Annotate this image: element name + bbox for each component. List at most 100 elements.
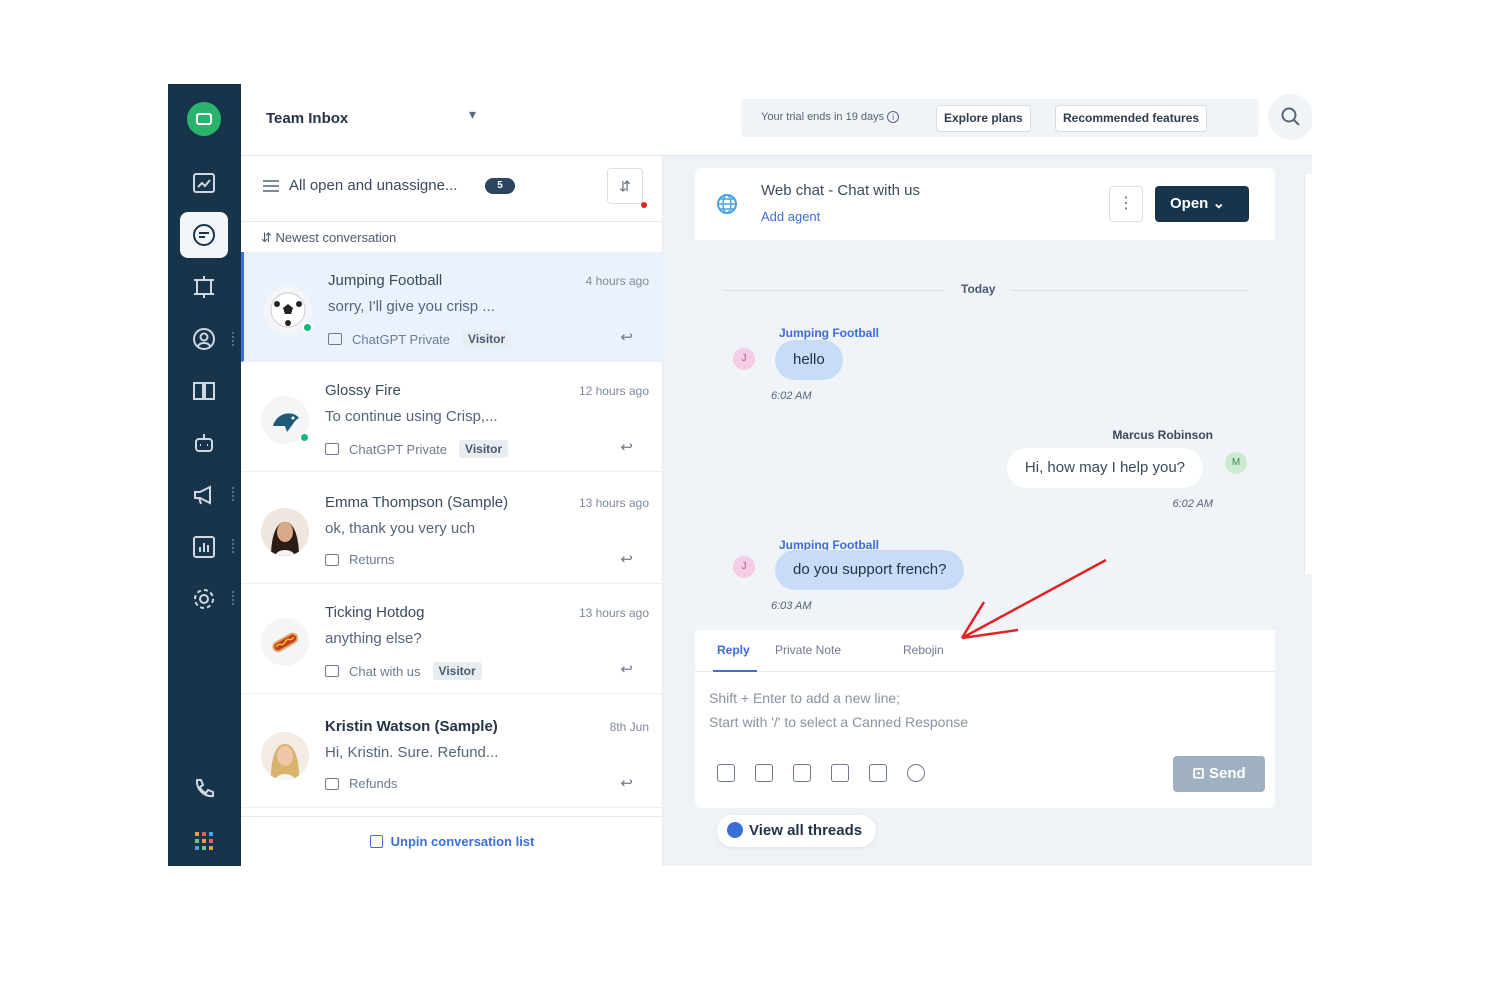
emoji-icon[interactable] <box>907 764 925 782</box>
message-time: 6:03 AM <box>771 600 812 612</box>
conversation-name: Glossy Fire <box>325 382 401 399</box>
canned-response-icon[interactable] <box>869 764 887 782</box>
reply-icon[interactable]: ↩ <box>620 438 633 456</box>
chevron-down-icon: ⌄ <box>1212 195 1226 212</box>
nav-more-dots <box>232 487 236 501</box>
status-open-button[interactable]: Open ⌄ <box>1155 186 1249 222</box>
conversation-time: 12 hours ago <box>578 384 649 398</box>
chat-icon <box>328 333 342 345</box>
conversation-item[interactable]: Ticking Hotdog 13 hours ago anything els… <box>241 584 663 694</box>
reply-composer: Reply Private Note Rebojin Shift + Enter… <box>695 630 1275 808</box>
nav-tickets-icon[interactable] <box>180 264 228 310</box>
online-indicator <box>302 322 313 333</box>
nav-reports-icon[interactable] <box>180 524 228 570</box>
menu-icon[interactable] <box>263 180 279 192</box>
conversation-filter-bar: All open and unassigne... 5 ⇵ <box>241 156 663 222</box>
chevron-down-icon[interactable]: ▾ <box>469 106 476 123</box>
reply-icon[interactable]: ↩ <box>620 550 633 568</box>
reply-icon[interactable]: ↩ <box>620 660 633 678</box>
visitor-tag: Visitor <box>462 330 512 348</box>
nav-bot-icon[interactable] <box>180 420 228 466</box>
conversation-meta: Refunds <box>325 776 397 791</box>
nav-more-dots <box>232 591 236 605</box>
attachment-icon[interactable] <box>793 764 811 782</box>
send-button[interactable]: ⊡ Send <box>1173 756 1265 792</box>
filter-dropdown[interactable]: All open and unassigne... <box>289 177 457 194</box>
chat-panel: Web chat - Chat with us Add agent ⋮ Open… <box>695 168 1275 808</box>
online-indicator <box>299 432 310 443</box>
day-label: Today <box>945 282 1012 296</box>
page-title: Team Inbox <box>266 110 349 127</box>
composer-tabs: Reply Private Note Rebojin <box>695 630 1275 672</box>
message-time: 6:02 AM <box>771 390 812 402</box>
tab-reply[interactable]: Reply <box>717 643 750 657</box>
sort-icon[interactable]: ⇵ <box>607 168 643 204</box>
explore-plans-button[interactable]: Explore plans <box>936 105 1031 132</box>
avatar <box>261 732 309 780</box>
avatar: M <box>1225 452 1247 474</box>
conversation-preview: sorry, I'll give you crisp ... <box>328 298 495 315</box>
conversation-meta: ChatGPT Private Visitor <box>328 330 512 348</box>
insert-icon[interactable] <box>717 764 735 782</box>
message-bubble: Hi, how may I help you? <box>1006 448 1203 488</box>
conversation-time: 13 hours ago <box>578 606 649 620</box>
message-thread: Today Jumping Football J hello 6:02 AM M… <box>695 240 1275 630</box>
avatar <box>261 508 309 556</box>
nav-campaigns-icon[interactable] <box>180 472 228 518</box>
nav-settings-gear-icon[interactable] <box>180 576 228 622</box>
conversation-name: Ticking Hotdog <box>325 604 425 621</box>
nav-inbox-icon[interactable] <box>180 212 228 258</box>
nav-dashboard-icon[interactable] <box>180 160 228 206</box>
conversation-preview: Hi, Kristin. Sure. Refund... <box>325 744 499 761</box>
conversation-name: Emma Thompson (Sample) <box>325 494 509 511</box>
nav-more-dots <box>232 332 236 346</box>
add-agent-link[interactable]: Add agent <box>761 209 820 224</box>
chat-icon <box>325 443 339 455</box>
reply-icon[interactable]: ↩ <box>620 774 633 792</box>
ticket-icon <box>325 777 339 790</box>
conversation-list: All open and unassigne... 5 ⇵ ⇵ Newest c… <box>241 156 663 866</box>
trial-text: Your trial ends in 19 days i <box>761 111 900 123</box>
app-window: Team Inbox ▾ Your trial ends in 19 days i… <box>168 84 1312 866</box>
info-icon[interactable]: i <box>887 111 900 123</box>
knowledge-base-icon[interactable] <box>755 764 773 782</box>
reply-input[interactable]: Shift + Enter to add a new line; Start w… <box>709 686 968 734</box>
conversation-time: 8th Jun <box>609 720 649 734</box>
conversation-name: Kristin Watson (Sample) <box>325 718 498 735</box>
globe-icon <box>717 194 737 214</box>
sort-label[interactable]: ⇵ Newest conversation <box>261 230 396 246</box>
left-nav <box>168 84 241 866</box>
view-all-threads-button[interactable]: View all threads <box>717 815 877 847</box>
top-bar: Team Inbox ▾ Your trial ends in 19 days i… <box>241 84 1312 156</box>
message-time: 6:02 AM <box>1172 498 1213 510</box>
nav-knowledge-base-icon[interactable] <box>180 368 228 414</box>
message-bubble: hello <box>775 340 843 380</box>
conversation-meta: Returns <box>325 552 395 567</box>
conversation-preview: To continue using Crisp,... <box>325 408 498 425</box>
logo[interactable] <box>187 102 221 136</box>
recommended-features-button[interactable]: Recommended features <box>1055 105 1208 132</box>
nav-phone-icon[interactable] <box>180 766 228 812</box>
conversation-item[interactable]: Emma Thompson (Sample) 13 hours ago ok, … <box>241 474 663 584</box>
ticket-icon <box>325 553 339 566</box>
send-icon: ⊡ <box>1192 765 1205 782</box>
reply-icon[interactable]: ↩ <box>620 328 633 346</box>
conversation-meta: ChatGPT Private Visitor <box>325 440 509 458</box>
conversation-item[interactable]: Kristin Watson (Sample) 8th Jun Hi, Kris… <box>241 698 663 808</box>
tab-rebojin[interactable]: Rebojin <box>903 643 944 657</box>
nav-apps-grid-icon[interactable] <box>180 818 228 864</box>
image-icon[interactable] <box>831 764 849 782</box>
nav-contacts-icon[interactable] <box>180 316 228 362</box>
message-sender: Marcus Robinson <box>1112 428 1213 442</box>
tab-private-note[interactable]: Private Note <box>775 643 841 657</box>
more-options-icon[interactable]: ⋮ <box>1109 186 1143 222</box>
conversation-item[interactable]: Glossy Fire 12 hours ago To continue usi… <box>241 362 663 472</box>
chat-icon <box>325 665 339 677</box>
threads-icon <box>727 822 743 838</box>
search-icon[interactable] <box>1268 94 1312 140</box>
unpin-conversation-list-link[interactable]: Unpin conversation list <box>241 816 663 866</box>
composer-toolbar <box>717 764 945 782</box>
notification-dot <box>641 202 647 208</box>
conversation-item[interactable]: Jumping Football 4 hours ago sorry, I'll… <box>241 252 663 362</box>
right-panel-edge <box>1304 174 1312 574</box>
